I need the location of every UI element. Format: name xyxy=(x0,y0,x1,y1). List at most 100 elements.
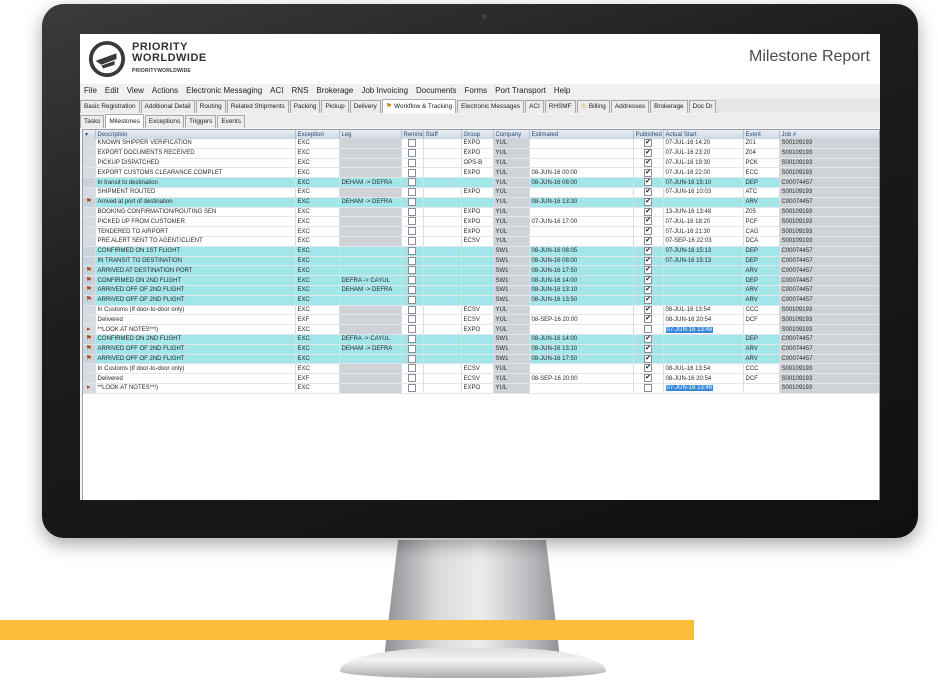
menu-view[interactable]: View xyxy=(123,86,148,95)
table-row[interactable]: TENDERED TO AIRPORT EXC EXPO YUL ✔ 07-JUL-16 … xyxy=(83,226,879,237)
menu-rns[interactable]: RNS xyxy=(288,86,313,95)
column-header-description[interactable]: Description xyxy=(95,130,296,139)
published-checkbox[interactable]: ✔ xyxy=(644,266,652,275)
reminder-checkbox[interactable] xyxy=(408,217,416,226)
tab-additional-detail[interactable]: Additional Detail xyxy=(140,100,195,113)
table-row[interactable]: In Customs (If door-to-door only) EXC ECSV… xyxy=(83,305,879,316)
reminder-checkbox[interactable] xyxy=(408,168,416,177)
table-row[interactable]: ⚑ CONFIRMED ON 2ND FLIGHT EXC DEFRA -> CAYU… xyxy=(83,334,879,345)
tab-related-shipments[interactable]: Related Shipments xyxy=(226,100,289,113)
reminder-checkbox[interactable] xyxy=(408,295,416,304)
published-checkbox[interactable]: ✔ xyxy=(644,207,652,216)
reminder-checkbox[interactable] xyxy=(408,237,416,246)
column-header-estimated[interactable]: Estimated xyxy=(529,130,634,139)
published-checkbox[interactable]: ✔ xyxy=(644,286,652,295)
published-checkbox[interactable] xyxy=(644,325,652,334)
tab-doc-dr[interactable]: Doc Dr xyxy=(688,100,717,113)
reminder-checkbox[interactable] xyxy=(408,246,416,255)
table-row[interactable]: SHIPMENT ROUTED EXC EXPO YUL ✔ 07-JUN-16 10:0… xyxy=(83,187,879,198)
published-checkbox[interactable]: ✔ xyxy=(644,188,652,197)
subtab-exceptions[interactable]: Exceptions xyxy=(144,115,185,128)
table-row[interactable]: ⚑ ARRIVED AT DESTINATION PORT EXC SW1 08-JUN… xyxy=(83,265,879,277)
published-checkbox[interactable]: ✔ xyxy=(644,158,652,167)
published-checkbox[interactable]: ✔ xyxy=(644,168,652,177)
published-checkbox[interactable]: ✔ xyxy=(644,374,652,383)
tab-billing[interactable]: ⚠ Billing xyxy=(576,100,610,113)
published-checkbox[interactable]: ✔ xyxy=(644,276,652,285)
table-row[interactable]: CONFIRMED ON 1ST FLIGHT EXC SW1 06-JUN-16 0… xyxy=(83,246,879,257)
published-checkbox[interactable]: ✔ xyxy=(644,256,652,265)
tab-routing[interactable]: Routing xyxy=(195,100,226,113)
table-row[interactable]: KNOWN SHIPPER VERIFICATION EXC EXPO YUL ✔ 07-… xyxy=(83,139,879,149)
reminder-checkbox[interactable] xyxy=(408,139,416,148)
column-header-published[interactable]: Published xyxy=(633,130,664,139)
published-checkbox[interactable]: ✔ xyxy=(644,335,652,344)
table-row[interactable]: EXPORT DOCUMENTS RECEIVED EXC EXPO YUL ✔ 07-J… xyxy=(83,148,879,159)
reminder-checkbox[interactable] xyxy=(408,315,416,324)
table-row[interactable]: EXPORT CUSTOMS CLEARANCE COMPLET EXC EXPO Y… xyxy=(83,167,879,179)
column-header-exception[interactable]: Exception xyxy=(295,130,340,139)
reminder-checkbox[interactable] xyxy=(408,344,416,353)
menu-documents[interactable]: Documents xyxy=(412,86,460,95)
published-checkbox[interactable]: ✔ xyxy=(644,178,652,187)
tab-aci[interactable]: ACI xyxy=(525,100,544,113)
menu-file[interactable]: File xyxy=(80,86,101,95)
published-checkbox[interactable]: ✔ xyxy=(644,305,652,314)
published-checkbox[interactable]: ✔ xyxy=(644,315,652,324)
published-checkbox[interactable]: ✔ xyxy=(644,354,652,363)
reminder-checkbox[interactable] xyxy=(408,364,416,373)
subtab-triggers[interactable]: Triggers xyxy=(185,115,217,128)
published-checkbox[interactable]: ✔ xyxy=(644,197,652,206)
published-checkbox[interactable]: ✔ xyxy=(644,227,652,236)
column-header-leg[interactable]: Leg xyxy=(339,130,402,139)
reminder-checkbox[interactable] xyxy=(408,197,416,206)
reminder-checkbox[interactable] xyxy=(408,158,416,167)
menu-brokerage[interactable]: Brokerage xyxy=(312,86,357,95)
reminder-checkbox[interactable] xyxy=(408,207,416,216)
published-checkbox[interactable]: ✔ xyxy=(644,364,652,373)
table-row[interactable]: IN TRANSIT TO DESTINATION EXC SW1 08-JUN-16… xyxy=(83,256,879,267)
menu-actions[interactable]: Actions xyxy=(148,86,182,95)
tab-pickup[interactable]: Pickup xyxy=(321,100,349,113)
table-row[interactable]: ▸ **LOOK AT NOTES**!) EXC EXPO YUL 07-JUN-16 … xyxy=(83,383,879,394)
reminder-checkbox[interactable] xyxy=(408,178,416,187)
tab-basic-registration[interactable]: Basic Registration xyxy=(80,100,140,113)
menu-edit[interactable]: Edit xyxy=(101,86,123,95)
tab-electronic-messages[interactable]: Electronic Messages xyxy=(457,100,525,113)
table-row[interactable]: ⚑ ARRIVED OFF OF 2ND FLIGHT EXC DEHAM -> DE… xyxy=(83,344,879,355)
column-header-company[interactable]: Company xyxy=(493,130,530,139)
reminder-checkbox[interactable] xyxy=(408,266,416,275)
menu-electronic-messaging[interactable]: Electronic Messaging xyxy=(182,86,266,95)
column-header-reminder[interactable]: Reminder xyxy=(401,130,424,139)
actual-start-selected[interactable]: 07-JUN-16 13:46 xyxy=(665,326,714,333)
column-header-job[interactable]: Job # xyxy=(779,130,879,139)
table-row[interactable]: ▸ **LOOK AT NOTES**!) EXC EXPO YUL 07-JUN-16 … xyxy=(83,324,879,335)
tab-workflow-tracking[interactable]: ⚑ Workflow & Tracking xyxy=(381,99,457,113)
reminder-checkbox[interactable] xyxy=(408,384,416,393)
table-row[interactable]: PICKED UP FROM CUSTOMER EXC EXPO YUL 07-JUN-… xyxy=(83,216,879,228)
table-row[interactable]: Delivered EXF ECSV YUL 08-SEP-16 20:00 ✔ 08-JU… xyxy=(83,373,879,384)
column-header-actual-start[interactable]: Actual Start xyxy=(663,130,744,139)
table-row[interactable]: ⚑ ARRIVED OFF OF 2ND FLIGHT EXC SW1 08-JUN-1… xyxy=(83,295,879,306)
published-checkbox[interactable]: ✔ xyxy=(644,139,652,148)
table-row[interactable]: In transit to destination EXC DEHAM -> DEF… xyxy=(83,177,879,188)
subtab-tasks[interactable]: Tasks xyxy=(80,115,105,128)
published-checkbox[interactable]: ✔ xyxy=(644,148,652,157)
reminder-checkbox[interactable] xyxy=(408,374,416,383)
published-checkbox[interactable] xyxy=(644,384,652,393)
published-checkbox[interactable]: ✔ xyxy=(644,217,652,226)
subtab-events[interactable]: Events xyxy=(217,115,245,128)
published-checkbox[interactable]: ✔ xyxy=(644,246,652,255)
published-checkbox[interactable]: ✔ xyxy=(644,344,652,353)
actual-start-selected[interactable]: 07-JUN-16 13:46 xyxy=(665,385,714,392)
tab-delivery[interactable]: Delivery xyxy=(349,100,381,113)
table-row[interactable]: BOOKING CONFIRMATION/ROUTING SEN EXC EXPO Y… xyxy=(83,207,879,218)
published-checkbox[interactable]: ✔ xyxy=(644,237,652,246)
menu-aci[interactable]: ACI xyxy=(266,86,287,95)
tab-rhsmf[interactable]: RHSMF xyxy=(544,100,576,113)
menu-forms[interactable]: Forms xyxy=(461,86,492,95)
menu-job-invoicing[interactable]: Job Invoicing xyxy=(357,86,412,95)
reminder-checkbox[interactable] xyxy=(408,335,416,344)
column-header-group[interactable]: Group xyxy=(461,130,494,139)
menu-port-transport[interactable]: Port Transport xyxy=(491,86,550,95)
